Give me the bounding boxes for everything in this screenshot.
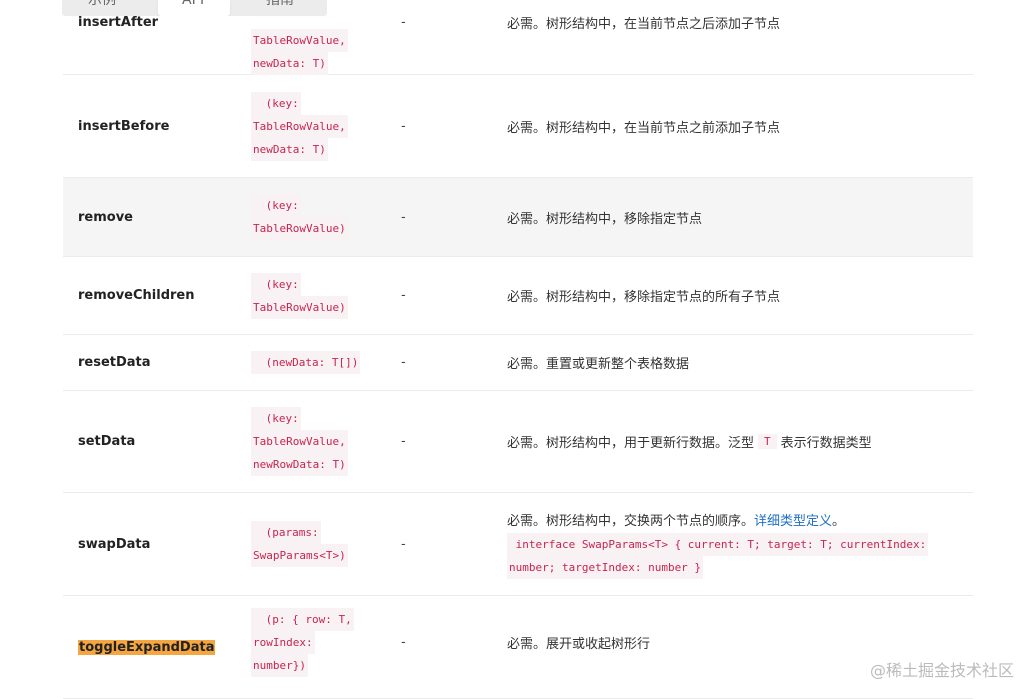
default-value: - xyxy=(401,14,406,30)
default-value: - xyxy=(401,634,406,650)
default-value: - xyxy=(401,288,406,303)
type-code: SwapParams<T>) xyxy=(251,544,348,567)
generic-type-code: T xyxy=(758,434,777,449)
description-text: 。 xyxy=(832,513,846,529)
type-code: (params: xyxy=(251,521,321,544)
tab-api[interactable]: API xyxy=(158,0,230,16)
interface-code: number; targetIndex: number } xyxy=(507,555,704,579)
type-code: (p: { row: T, xyxy=(251,607,354,631)
table-row: removeChildren (key: TableRowValue) - 必需… xyxy=(63,257,973,335)
type-code: TableRowValue, xyxy=(251,430,348,453)
method-name: swapData xyxy=(78,536,151,552)
default-value: - xyxy=(401,536,406,552)
description: 必需。展开或收起树形行 xyxy=(507,636,651,652)
description: 必需。树形结构中，移除指定节点 xyxy=(507,211,703,227)
tab-api-label: API xyxy=(182,0,205,8)
description: 必需。树形结构中，在当前节点之后添加子节点 xyxy=(507,16,781,32)
type-code: (key: xyxy=(251,407,301,430)
doc-tabs: 示例 API 指南 xyxy=(62,0,327,16)
type-code: rowIndex: xyxy=(251,630,315,654)
type-code: TableRowValue) xyxy=(251,295,348,319)
description: 必需。树形结构中，在当前节点之前添加子节点 xyxy=(507,120,781,136)
method-name: resetData xyxy=(78,355,151,370)
method-name: setData xyxy=(78,434,136,449)
method-name: toggleExpandData xyxy=(78,639,216,655)
type-code: (key: xyxy=(251,194,301,217)
type-code: (newData: T[]) xyxy=(251,351,361,374)
description: 必需。树形结构中，用于更新行数据。泛型 T 表示行数据类型 xyxy=(507,391,957,492)
type-code: TableRowValue) xyxy=(251,217,348,240)
method-name: removeChildren xyxy=(78,288,195,303)
description-text: 必需。树形结构中，用于更新行数据。泛型 xyxy=(507,436,755,451)
table-row: swapData (params: SwapParams<T>) - 必需。树形… xyxy=(63,493,973,596)
interface-code: interface SwapParams<T> { current: T; ta… xyxy=(507,532,929,556)
type-code: newRowData: T) xyxy=(251,453,348,476)
type-code: TableRowValue, xyxy=(251,29,348,52)
watermark: @稀土掘金技术社区 xyxy=(869,661,1014,680)
table-row: setData (key: TableRowValue, newRowData:… xyxy=(63,391,973,493)
type-code: number}) xyxy=(251,653,308,677)
table-row: remove (key: TableRowValue) - 必需。树形结构中，移… xyxy=(63,178,973,257)
default-value: - xyxy=(401,434,406,449)
description-text: 必需。树形结构中，交换两个节点的顺序。 xyxy=(507,513,755,529)
type-code: (key: xyxy=(251,272,301,296)
table-row: resetData (newData: T[]) - 必需。重置或更新整个表格数… xyxy=(63,335,973,391)
default-value: - xyxy=(401,209,406,225)
description: 必需。树形结构中，移除指定节点的所有子节点 xyxy=(507,290,781,305)
tab-examples[interactable]: 示例 xyxy=(88,0,116,9)
method-name: insertBefore xyxy=(78,118,170,134)
description-text: 表示行数据类型 xyxy=(780,436,872,451)
default-value: - xyxy=(401,355,406,370)
table-row: toggleExpandData (p: { row: T, rowIndex:… xyxy=(63,596,973,699)
type-code: newData: T) xyxy=(251,52,328,75)
type-code: TableRowValue, xyxy=(251,114,348,138)
type-code: newData: T) xyxy=(251,137,328,161)
method-name: remove xyxy=(78,209,133,225)
default-value: - xyxy=(401,118,406,134)
table-row: insertBefore (key: TableRowValue, newDat… xyxy=(63,75,973,178)
tab-guide[interactable]: 指南 xyxy=(266,0,294,9)
type-definition-link[interactable]: 详细类型定义 xyxy=(754,514,832,529)
description: 必需。重置或更新整个表格数据 xyxy=(507,357,690,372)
type-code: (key: xyxy=(251,91,301,115)
